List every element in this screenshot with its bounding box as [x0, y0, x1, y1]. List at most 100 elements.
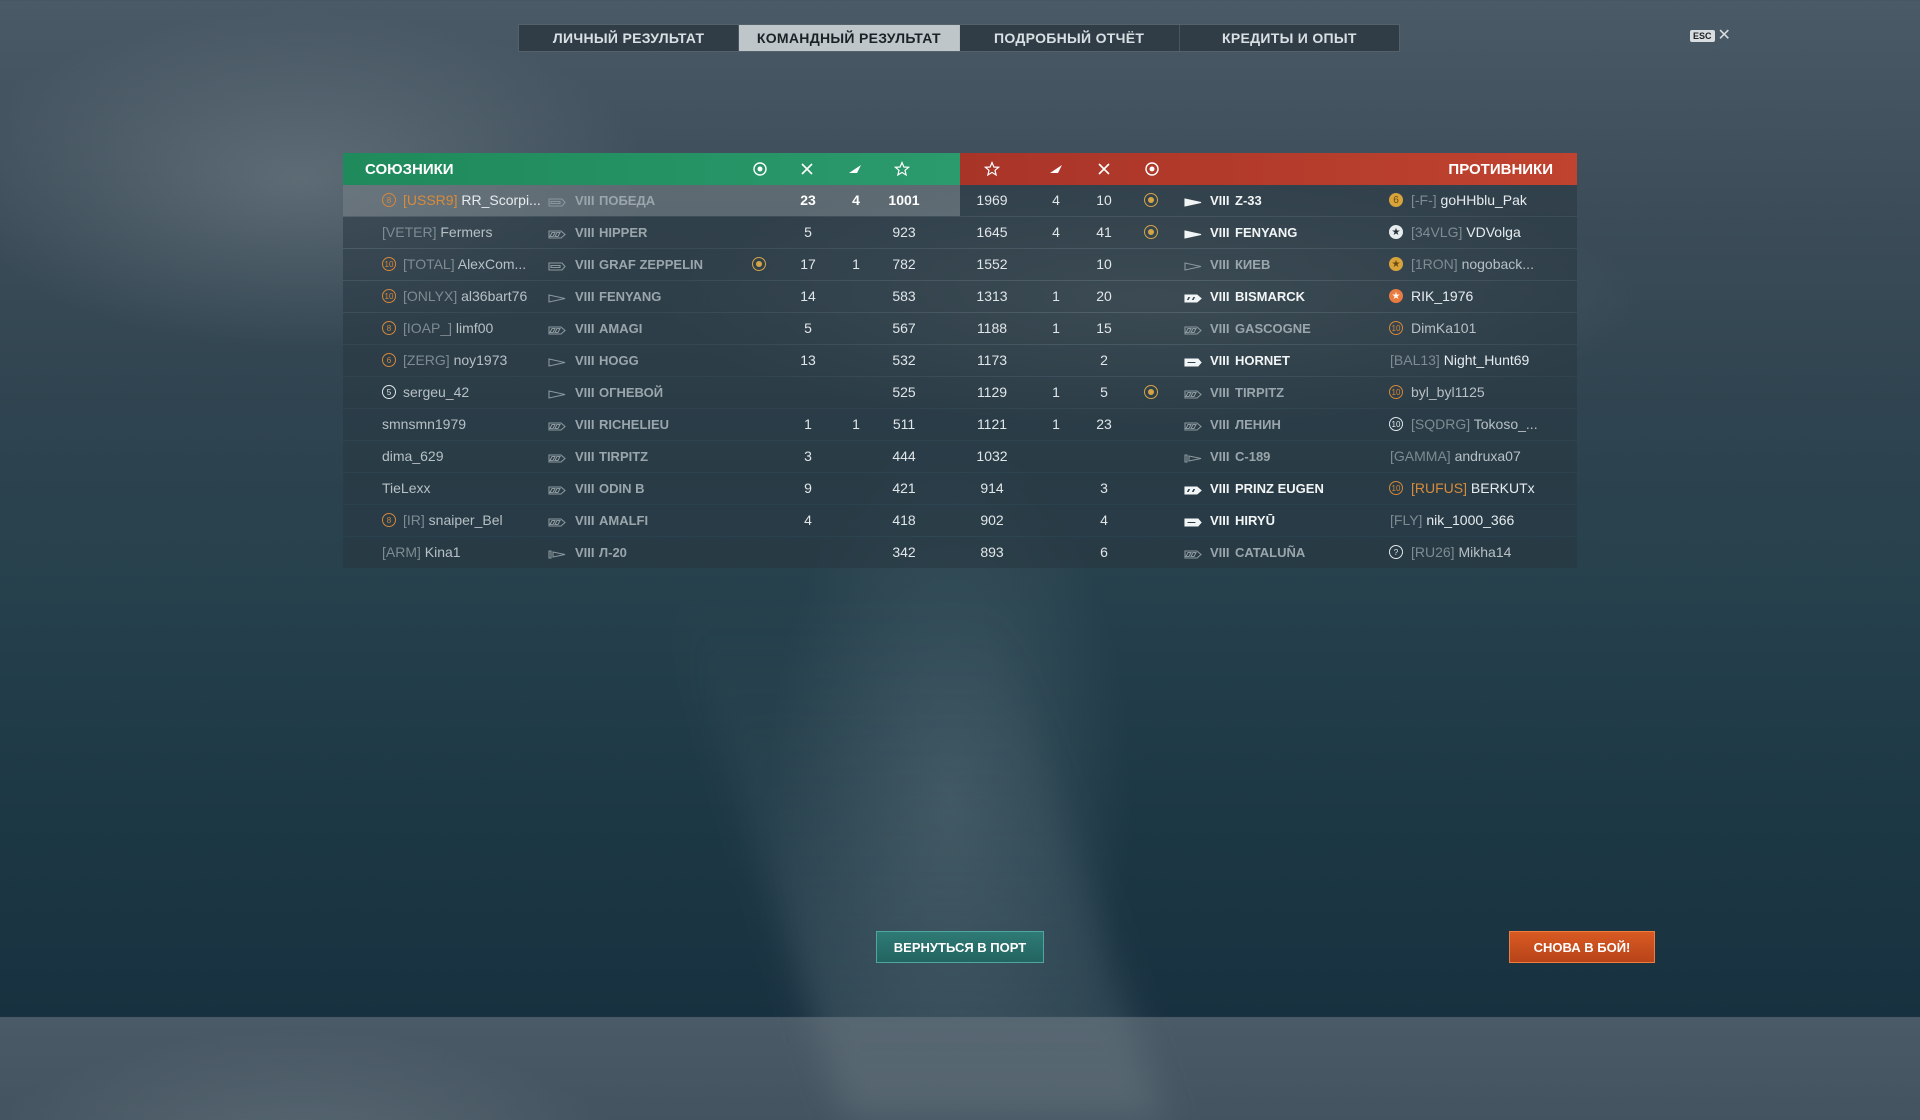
ship-tier: VIII	[1210, 289, 1230, 304]
ally-row[interactable]: dima_629 VIII TIRPITZ 3 444	[343, 441, 960, 472]
battleship-icon	[1184, 547, 1202, 559]
ship-tier: VIII	[1210, 449, 1230, 464]
rank-badge: 5	[382, 385, 396, 399]
ally-row[interactable]: 5 sergeu_42 VIII ОГНЕВОЙ 525	[343, 377, 960, 408]
ally-row[interactable]: 10 [TOTAL] AlexCom... VIII GRAF ZEPPELIN 17 1…	[343, 249, 960, 280]
enemy-row[interactable]: 1129 1 5 VIII TIRPITZ 10 byl_byl1125	[960, 377, 1577, 408]
ship-name: ODIN B	[599, 481, 645, 496]
ship-tier: VIII	[575, 545, 595, 560]
ship-tier: VIII	[575, 289, 595, 304]
crossed-swords-icon	[1096, 161, 1112, 177]
xp-value: 511	[892, 416, 916, 432]
rank-badge: 8	[382, 321, 396, 335]
ally-row[interactable]: 8 [IOAP_] limf00 VIII AMAGI 5 567	[343, 313, 960, 344]
enemies-list: 1969 4 10 VIII Z-33 6 [-F-] goHHblu_Pak 1645 4 41…	[960, 185, 1577, 569]
player-name: byl_byl1125	[1411, 384, 1485, 400]
star-icon	[983, 160, 1001, 177]
kills-value: 23	[1096, 416, 1112, 432]
ally-row[interactable]: smnsmn1979 VIII RICHELIEU 1 1 511	[343, 409, 960, 440]
player-name: DimKa101	[1411, 320, 1477, 336]
enemies-title: ПРОТИВНИКИ	[1448, 160, 1553, 178]
return-to-port-button[interactable]: ВЕРНУТЬСЯ В ПОРТ	[876, 931, 1044, 963]
battleship-icon	[1184, 387, 1202, 399]
ally-row[interactable]: 8 [IR] snaiper_Bel VIII AMALFI 4 418	[343, 505, 960, 536]
enemies-header: ПРОТИВНИКИ	[960, 153, 1577, 185]
enemy-row[interactable]: 893 6 VIII CATALUÑA? [RU26] Mikha14	[960, 537, 1577, 568]
ship-tier: VIII	[575, 481, 595, 496]
ship-name: TIRPITZ	[1235, 385, 1285, 400]
kills-value: 20	[1096, 288, 1112, 304]
player-name: nogoback...	[1461, 256, 1534, 272]
kills-value: 5	[1100, 384, 1108, 400]
battle-again-button[interactable]: СНОВА В БОЙ!	[1509, 931, 1655, 963]
enemy-row[interactable]: 1173 2 VIII HORNET [BAL13] Night_Hunt69	[960, 345, 1577, 376]
battleship-icon	[1184, 483, 1202, 495]
ship-name: GRAF ZEPPELIN	[599, 257, 704, 272]
xp-value: 1969	[976, 192, 1008, 208]
ally-row[interactable]: [ARM] Kina1 VIII Л-20 342	[343, 537, 960, 568]
xp-value: 893	[980, 544, 1004, 560]
enemy-row[interactable]: 1121 1 23 VIII ЛЕНИН 10 [SQDRG] Tokoso_...	[960, 409, 1577, 440]
enemy-row[interactable]: 1032 VIII С-189 [GAMMA] andruxa07	[960, 441, 1577, 472]
ship-name: BISMARCK	[1235, 289, 1306, 304]
planes-value: 1	[1052, 320, 1060, 336]
player-name: andruxa07	[1454, 448, 1521, 464]
ally-row[interactable]: [VETER] Fermers VIII HIPPER 5 923	[343, 217, 960, 248]
ship-name: RICHELIEU	[599, 417, 670, 432]
xp-value: 1645	[976, 224, 1008, 240]
ship-tier: VIII	[575, 257, 595, 272]
destroyer-icon	[1184, 227, 1202, 239]
xp-value: 923	[892, 224, 916, 240]
tab-credits-xp[interactable]: КРЕДИТЫ И ОПЫТ	[1180, 25, 1399, 51]
ally-row[interactable]: 8 [USSR9] RR_Scorpi... VIII ПОБЕДА 23 4 1001	[343, 185, 960, 216]
star-icon	[893, 160, 911, 177]
enemy-row[interactable]: 1313 1 20 VIII BISMARCK ★ RIK_1976	[960, 281, 1577, 312]
medal-icon	[1144, 225, 1158, 239]
tab-detailed-report[interactable]: ПОДРОБНЫЙ ОТЧЁТ	[960, 25, 1180, 51]
battleship-icon	[548, 227, 566, 239]
enemy-row[interactable]: 1645 4 41 VIII FENYANG ★ [34VLG] VDVolga	[960, 217, 1577, 248]
battleship-icon	[548, 419, 566, 431]
clan-tag: [IR]	[403, 512, 425, 528]
ship-tier: VIII	[1210, 513, 1230, 528]
player-name: dima_629	[382, 448, 444, 464]
kills-value	[1079, 441, 1129, 472]
planes-value: 4	[1052, 224, 1060, 240]
ship-name: Z-33	[1235, 193, 1262, 208]
destroyer-icon	[1184, 195, 1202, 207]
ship-name: PRINZ EUGEN	[1235, 481, 1324, 496]
enemy-row[interactable]: 914 3 VIII PRINZ EUGEN 10 [RUFUS] BERKUTx	[960, 473, 1577, 504]
battleship-icon	[1184, 419, 1202, 431]
xp-value: 1552	[976, 256, 1008, 272]
player-name: RIK_1976	[1411, 288, 1474, 304]
kills-value: 10	[1096, 192, 1112, 208]
medal-icon	[1144, 193, 1158, 207]
xp-value: 525	[892, 384, 916, 400]
xp-value: 444	[892, 448, 916, 464]
player-name-cell: [1RON] nogoback...	[1411, 249, 1571, 280]
enemy-row[interactable]: 902 4 VIII HIRYŪ [FLY] nik_1000_366	[960, 505, 1577, 536]
player-name: goHHblu_Pak	[1440, 192, 1527, 208]
player-name-cell: [-F-] goHHblu_Pak	[1411, 185, 1571, 216]
ally-row[interactable]: TieLexx VIII ODIN B 9 421	[343, 473, 960, 504]
ship-tier: VIII	[1210, 193, 1230, 208]
destroyer-icon	[548, 291, 566, 303]
submarine-icon	[548, 547, 566, 559]
clan-tag: [FLY]	[1390, 512, 1423, 528]
planes-value: 1	[1052, 416, 1060, 432]
clan-tag: [34VLG]	[1411, 224, 1463, 240]
rank-badge: 10	[1389, 417, 1403, 431]
tab-personal-result[interactable]: ЛИЧНЫЙ РЕЗУЛЬТАТ	[519, 25, 740, 51]
ally-row[interactable]: 10 [ONLYX] al36bart76 VIII FENYANG 14 583	[343, 281, 960, 312]
tab-team-result[interactable]: КОМАНДНЫЙ РЕЗУЛЬТАТ	[739, 25, 960, 51]
ally-row[interactable]: 6 [ZERG] noy1973 VIII HOGG 13 532	[343, 345, 960, 376]
xp-value: 342	[892, 544, 916, 560]
enemy-row[interactable]: 1969 4 10 VIII Z-33 6 [-F-] goHHblu_Pak	[960, 185, 1577, 216]
player-name: TieLexx	[382, 480, 431, 496]
ship-tier: VIII	[575, 417, 595, 432]
close-button[interactable]: ESC ✕	[1690, 28, 1731, 44]
ship-name: ПОБЕДА	[599, 193, 656, 208]
enemy-row[interactable]: 1188 1 15 VIII GASCOGNE 10 DimKa101	[960, 313, 1577, 344]
player-name-cell: byl_byl1125	[1411, 377, 1571, 408]
enemy-row[interactable]: 1552 10 VIII КИЕВ ★ [1RON] nogoback...	[960, 249, 1577, 280]
